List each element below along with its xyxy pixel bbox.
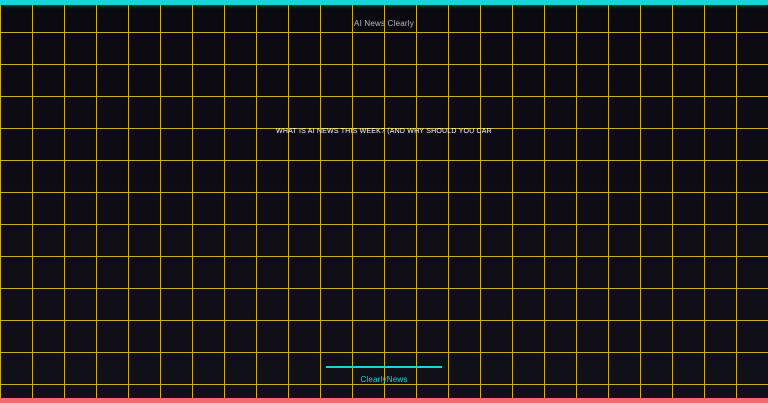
bottom-accent-bar <box>0 398 768 403</box>
headline-text: WHAT IS AI NEWS THIS WEEK? (AND WHY SHOU… <box>276 128 492 135</box>
footer-accent-line <box>326 366 442 368</box>
footer-brand: ClearlyNews <box>360 375 408 384</box>
grid-background <box>0 5 768 398</box>
slide-canvas: AI News Clearly WHAT IS AI NEWS THIS WEE… <box>0 0 768 403</box>
brand-title: AI News Clearly <box>354 19 414 28</box>
